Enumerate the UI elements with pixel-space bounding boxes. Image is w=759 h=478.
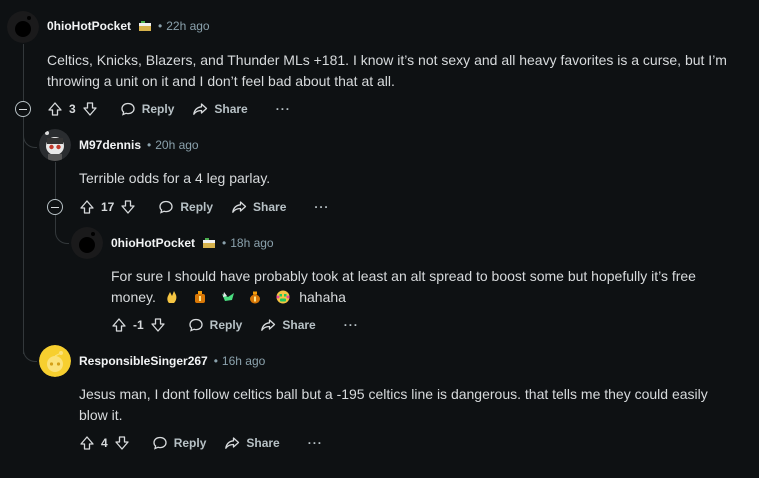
upvote-icon[interactable] (111, 317, 127, 333)
user-flair-icon (202, 237, 216, 249)
separator-dot: • (147, 138, 152, 152)
fingers-crossed-emoji-icon (165, 289, 179, 303)
reply-button[interactable]: Reply (188, 317, 243, 333)
comment-actions: 17 Reply Share ··· (79, 197, 329, 217)
comment-meta: 0hioHotPocket • 18h ago (111, 236, 274, 250)
thread-line[interactable] (23, 44, 24, 354)
comment-thread: 0hioHotPocket • 22h ago Celtics, Knicks,… (0, 0, 759, 478)
timestamp[interactable]: 16h ago (222, 354, 265, 368)
comment-text-line: Terrible odds for a 4 leg parlay. (79, 170, 271, 186)
more-options-button[interactable]: ··· (308, 436, 323, 450)
thread-branch (23, 340, 37, 362)
separator-dot: • (213, 354, 218, 368)
share-icon (231, 199, 247, 215)
comment-meta: 0hioHotPocket • 22h ago (47, 19, 210, 33)
comment-meta: M97dennis • 20h ago (79, 138, 199, 152)
comment-body: Celtics, Knicks, Blazers, and Thunder ML… (47, 50, 727, 92)
comment-body: Jesus man, I dont follow celtics ball bu… (79, 384, 708, 426)
share-button[interactable]: Share (192, 101, 248, 117)
comment-text-line: blow it. (79, 407, 123, 423)
vote-score: 4 (101, 436, 108, 450)
collapse-thread-button[interactable] (47, 199, 63, 215)
reply-button[interactable]: Reply (120, 101, 175, 117)
comment-text: money. (111, 289, 156, 305)
avatar[interactable] (7, 11, 39, 43)
share-label: Share (214, 102, 248, 116)
username[interactable]: 0hioHotPocket (111, 236, 195, 250)
upvote-icon[interactable] (79, 199, 95, 215)
comment-actions: -1 Reply Share ··· (111, 315, 359, 335)
money-bag-emoji-icon (248, 289, 262, 304)
timestamp[interactable]: 18h ago (230, 236, 273, 250)
comment-actions: 4 Reply Share ··· (79, 433, 323, 453)
comment-text-line: money. hahaha (111, 287, 696, 308)
comment-text: hahaha (299, 289, 346, 305)
share-button[interactable]: Share (231, 199, 286, 215)
comment-meta: ResponsibleSinger267 • 16h ago (79, 354, 265, 368)
share-label: Share (246, 436, 280, 450)
user-flair-icon (138, 20, 152, 32)
avatar[interactable] (39, 345, 71, 377)
username[interactable]: 0hioHotPocket (47, 19, 131, 33)
vote-score: -1 (133, 318, 144, 332)
more-options-button[interactable]: ··· (276, 102, 291, 116)
comment-text-line: For sure I should have probably took at … (111, 268, 696, 284)
comment-text-line: Jesus man, I dont follow celtics ball bu… (79, 386, 708, 402)
vote-score: 17 (101, 200, 115, 214)
reply-label: Reply (209, 318, 243, 332)
downvote-icon[interactable] (120, 199, 136, 215)
reply-icon (120, 101, 136, 117)
share-icon (192, 101, 208, 117)
comment-body: Terrible odds for a 4 leg parlay. (79, 168, 270, 189)
vote-score: 3 (69, 102, 76, 116)
share-label: Share (282, 318, 316, 332)
separator-dot: • (158, 19, 163, 33)
reply-icon (188, 317, 204, 333)
reply-label: Reply (173, 436, 207, 450)
more-options-button[interactable]: ··· (344, 318, 359, 332)
reply-button[interactable]: Reply (152, 435, 207, 451)
share-icon (260, 317, 276, 333)
share-icon (224, 435, 240, 451)
reply-button[interactable]: Reply (158, 199, 213, 215)
downvote-icon[interactable] (82, 101, 98, 117)
thread-branch (23, 120, 37, 148)
money-wings-emoji-icon (221, 289, 235, 303)
downvote-icon[interactable] (114, 435, 130, 451)
share-button[interactable]: Share (224, 435, 280, 451)
comment-text-line: Celtics, Knicks, Blazers, and Thunder ML… (47, 52, 727, 68)
comment-body: For sure I should have probably took at … (111, 266, 696, 308)
timestamp[interactable]: 22h ago (166, 19, 209, 33)
upvote-icon[interactable] (47, 101, 63, 117)
more-options-button[interactable]: ··· (314, 200, 329, 214)
reply-icon (152, 435, 168, 451)
upvote-icon[interactable] (79, 435, 95, 451)
timestamp[interactable]: 20h ago (155, 138, 198, 152)
separator-dot: • (222, 236, 227, 250)
share-button[interactable]: Share (260, 317, 316, 333)
downvote-icon[interactable] (150, 317, 166, 333)
username[interactable]: M97dennis (79, 138, 141, 152)
comment-text-line: throwing a unit on it and I don’t feel b… (47, 73, 395, 89)
money-bag-emoji-icon (193, 289, 207, 303)
share-label: Share (253, 200, 287, 214)
reply-icon (158, 199, 174, 215)
collapse-thread-button[interactable] (15, 101, 31, 117)
username[interactable]: ResponsibleSinger267 (79, 354, 208, 368)
comment-actions: 3 Reply Share ··· (47, 99, 291, 119)
reply-label: Reply (180, 200, 214, 214)
thread-branch (55, 212, 69, 244)
avatar[interactable] (39, 129, 71, 161)
reply-label: Reply (141, 102, 175, 116)
avatar[interactable] (71, 227, 103, 259)
money-mouth-face-emoji-icon (276, 289, 290, 304)
